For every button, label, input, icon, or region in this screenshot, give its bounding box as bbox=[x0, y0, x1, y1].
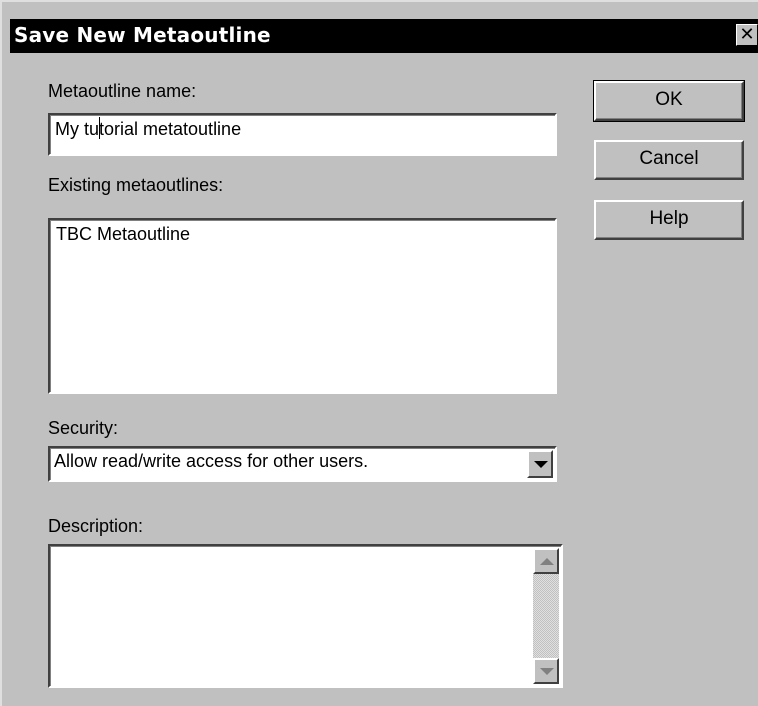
close-icon: ✕ bbox=[739, 24, 755, 45]
help-button[interactable]: Help bbox=[594, 200, 744, 240]
metaoutline-name-input[interactable]: My tutorial metatoutline bbox=[48, 113, 557, 156]
list-item[interactable]: TBC Metaoutline bbox=[56, 224, 190, 245]
security-select[interactable]: Allow read/write access for other users. bbox=[48, 446, 557, 482]
save-metaoutline-dialog: Save New Metaoutline ✕ Metaoutline name:… bbox=[0, 0, 758, 706]
description-scrollbar[interactable] bbox=[533, 548, 559, 684]
scroll-down-arrow-icon bbox=[540, 668, 554, 675]
scroll-up-button[interactable] bbox=[533, 548, 559, 574]
title-bar[interactable]: Save New Metaoutline ✕ bbox=[10, 19, 758, 53]
description-textarea[interactable] bbox=[48, 544, 563, 688]
ok-button[interactable]: OK bbox=[593, 80, 745, 122]
description-label: Description: bbox=[48, 516, 144, 536]
security-label: Security: bbox=[48, 418, 119, 438]
close-button[interactable]: ✕ bbox=[736, 24, 758, 46]
security-dropdown-button[interactable] bbox=[527, 450, 553, 478]
chevron-down-icon bbox=[534, 461, 548, 468]
metaoutline-name-value: My tutorial metatoutline bbox=[55, 119, 242, 139]
cancel-button[interactable]: Cancel bbox=[594, 140, 744, 180]
existing-metaoutlines-list[interactable]: TBC Metaoutline bbox=[48, 218, 557, 394]
scroll-up-arrow-icon bbox=[540, 558, 554, 565]
existing-metaoutlines-label: Existing metaoutlines: bbox=[48, 175, 224, 195]
dialog-title: Save New Metaoutline bbox=[14, 23, 271, 47]
metaoutline-name-label: Metaoutline name: bbox=[48, 81, 197, 101]
scroll-down-button[interactable] bbox=[533, 658, 559, 684]
text-caret bbox=[99, 117, 100, 139]
security-selected-value: Allow read/write access for other users. bbox=[54, 451, 369, 471]
